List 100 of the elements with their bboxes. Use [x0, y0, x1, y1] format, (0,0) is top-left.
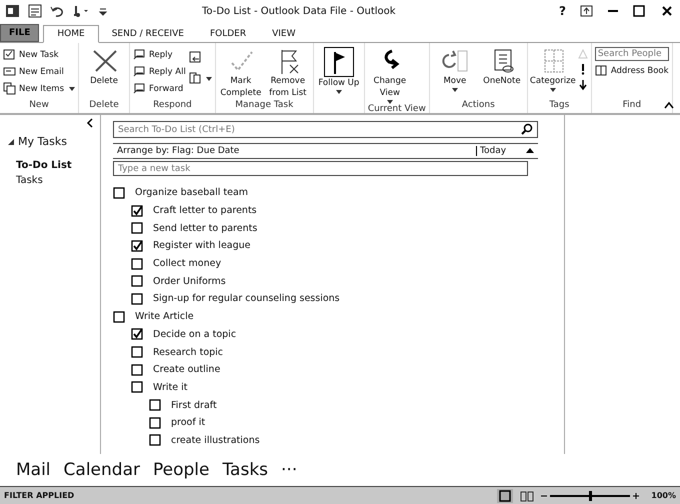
file-tab[interactable]: FILE: [0, 24, 40, 42]
zoom-slider[interactable]: [589, 490, 592, 500]
nav-link[interactable]: ···: [281, 460, 298, 480]
ribbon-button[interactable]: New Email: [3, 64, 76, 79]
minimize-icon: [608, 10, 618, 12]
ribbon-tab[interactable]: VIEW: [259, 26, 308, 42]
task-title[interactable]: create illustrations: [171, 434, 260, 446]
checkbox[interactable]: [113, 310, 125, 323]
envelope-icon: [3, 65, 16, 78]
group-label: Tags: [548, 100, 570, 112]
ribbon-button[interactable]: New Task: [3, 47, 76, 62]
task-title[interactable]: First draft: [171, 400, 217, 411]
checkbox[interactable]: [131, 328, 143, 340]
ribbon-button[interactable]: Reply: [133, 47, 186, 62]
documents-icon[interactable]: [188, 72, 202, 85]
task-title[interactable]: Sign-up for regular counseling sessions: [153, 293, 340, 304]
group-label: Delete: [88, 100, 120, 112]
task-title[interactable]: Write Article: [135, 311, 194, 322]
search-field[interactable]: Search People: [594, 47, 669, 61]
checklist-icon: [3, 48, 16, 61]
checkbox[interactable]: [131, 381, 143, 394]
nav-link[interactable]: Calendar: [64, 460, 140, 480]
envelope-arrow-icon: [133, 48, 146, 61]
checkbox[interactable]: [149, 399, 161, 412]
touch-mode-icon: [72, 4, 90, 18]
search-icon: [521, 123, 533, 135]
checkbox[interactable]: [131, 346, 143, 358]
nav-link[interactable]: Tasks: [222, 460, 268, 480]
ribbon-button[interactable]: Remove from List: [266, 45, 310, 99]
zoom-in-button[interactable]: [633, 492, 640, 498]
folder-item[interactable]: Tasks: [0, 173, 100, 188]
task-title[interactable]: Craft letter to parents: [153, 205, 257, 216]
zoom-out-button[interactable]: [541, 492, 548, 498]
ribbon-button[interactable]: Move: [432, 45, 477, 92]
envelope-arrow-icon: [133, 65, 146, 78]
normal-view-icon: [497, 488, 514, 502]
maximize-icon: [632, 4, 646, 18]
nav-link[interactable]: People: [152, 460, 210, 480]
checkbox[interactable]: [131, 240, 143, 252]
group-label: Manage Task: [234, 100, 294, 112]
arrange-by-label[interactable]: Arrange by: Flag: Due Date: [117, 146, 476, 156]
task-title[interactable]: Decide on a topic: [153, 328, 236, 340]
task-title[interactable]: Collect money: [153, 258, 222, 270]
collapse-pane-icon: [86, 118, 94, 128]
app-logo-icon: [6, 4, 20, 18]
ribbon-button[interactable]: OneNote: [480, 45, 524, 87]
ribbon-button[interactable]: Forward: [133, 81, 186, 96]
book-icon: [594, 64, 608, 77]
checkbox[interactable]: [131, 258, 143, 270]
task-title[interactable]: Register with league: [153, 240, 251, 252]
close-icon: [660, 4, 674, 18]
checkbox[interactable]: [149, 416, 161, 429]
group-label: Respond: [152, 100, 193, 112]
checkbox[interactable]: [131, 292, 143, 305]
checkbox[interactable]: [149, 434, 161, 446]
status-text: FILTER APPLIED: [4, 491, 74, 500]
task-title[interactable]: Research topic: [153, 346, 224, 358]
checkbox[interactable]: [131, 275, 143, 288]
ribbon-button[interactable]: Mark Complete: [218, 45, 263, 99]
zoom-level: 100%: [651, 491, 676, 500]
task-title[interactable]: Send letter to parents: [153, 222, 258, 234]
envelope-arrow-icon: [133, 82, 146, 95]
group-label: Current View: [368, 104, 426, 114]
nav-link[interactable]: Mail: [16, 460, 51, 480]
checkbox[interactable]: [131, 204, 143, 217]
send-receive-icon: [28, 4, 42, 18]
triangle-icon: [578, 49, 588, 59]
column-header[interactable]: Today: [476, 146, 526, 156]
checkbox[interactable]: [131, 222, 143, 234]
checkbox[interactable]: [131, 364, 143, 376]
task-title[interactable]: Order Uniforms: [153, 276, 226, 287]
ribbon-button[interactable]: Reply All: [133, 64, 186, 79]
sort-icon: [526, 148, 534, 154]
search-field[interactable]: Search To-Do List (Ctrl+E): [113, 121, 538, 138]
ribbon-tab[interactable]: FOLDER: [196, 26, 260, 42]
ribbon-button[interactable]: Delete: [82, 45, 126, 87]
ribbon-tab[interactable]: SEND / RECEIVE: [98, 26, 197, 42]
folder-group[interactable]: My Tasks: [0, 135, 100, 148]
new-task-field[interactable]: Type a new task: [113, 161, 528, 176]
task-title[interactable]: Organize baseball team: [135, 187, 248, 198]
documents-icon: [3, 82, 16, 95]
group-label: Actions: [460, 100, 496, 112]
help-button[interactable]: ?: [559, 4, 566, 18]
task-title[interactable]: proof it: [171, 417, 206, 428]
ribbon-button[interactable]: Follow Up: [316, 45, 361, 94]
low-importance-icon: [578, 79, 588, 91]
ribbon-button[interactable]: New Items: [3, 81, 76, 96]
ribbon-button[interactable]: Categorize: [530, 45, 575, 92]
ribbon-button[interactable]: Address Book: [594, 63, 669, 78]
ribbon-tab[interactable]: HOME: [43, 25, 99, 43]
group-label: Find: [622, 100, 642, 112]
task-title[interactable]: Write it: [153, 382, 188, 393]
undo-icon: [50, 4, 64, 18]
reading-view-icon: [519, 488, 536, 502]
folder-item[interactable]: To-Do List: [0, 158, 100, 173]
ribbon-button[interactable]: Change View: [368, 45, 412, 104]
task-title[interactable]: Create outline: [153, 364, 220, 376]
ribbon-display-icon: [580, 4, 594, 18]
checkbox[interactable]: [113, 186, 125, 199]
window-title: To-Do List - Outlook Data File - Outlook: [202, 6, 397, 16]
